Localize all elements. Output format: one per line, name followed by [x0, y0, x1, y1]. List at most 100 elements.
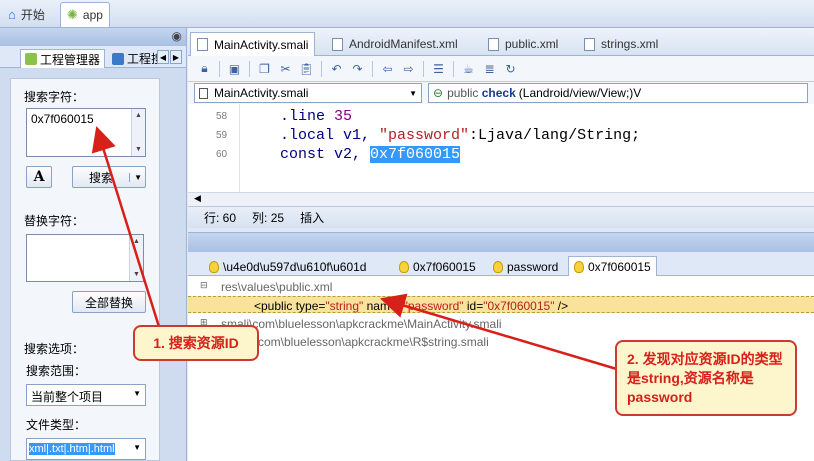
method-combo-name: check	[481, 86, 516, 100]
editor-hscrollbar[interactable]: ◀	[188, 192, 814, 206]
chevron-down-icon: ▼	[133, 389, 141, 398]
cut-icon[interactable]: ✂	[277, 60, 294, 77]
undo-icon[interactable]: ↶	[328, 60, 345, 77]
method-combo[interactable]: ⊖ public check (Landroid/view/View;)V	[428, 83, 808, 103]
match-id: "0x7f060015"	[483, 299, 555, 313]
result-file-path: com\bluelesson\apkcrackme\R$string.smali	[258, 335, 489, 349]
file-combo[interactable]: MainActivity.smali ▼	[194, 83, 422, 103]
tab-app-label: app	[82, 8, 103, 22]
tab-mainactivity-smali[interactable]: MainActivity.smali	[190, 32, 316, 56]
result-file-path: res\values\public.xml	[221, 280, 333, 294]
bulb-icon	[399, 260, 409, 273]
code-token: .local v1,	[280, 127, 380, 144]
code-token: :Ljava/lang/String;	[469, 127, 641, 144]
format-icon[interactable]: ☰	[430, 60, 447, 77]
scroll-up-icon[interactable]: ▲	[133, 110, 144, 121]
doc-tab-label: strings.xml	[601, 37, 659, 51]
bulb-icon	[574, 261, 584, 273]
tab-strings-xml[interactable]: strings.xml	[578, 32, 664, 56]
match-type: "string"	[325, 299, 364, 313]
bulb-icon	[493, 260, 503, 273]
result-tab-label: \u4e0d\u597d\u610f\u601d	[223, 259, 367, 274]
annotation-callout-2: 2. 发现对应资源ID的类型是string,资源名称是password	[615, 340, 797, 416]
save-icon[interactable]: ▣	[226, 60, 243, 77]
scope-select[interactable]: 当前整个项目 ▼	[26, 384, 146, 406]
toolbar-separator	[453, 60, 454, 77]
match-part: />	[554, 299, 569, 313]
replace-all-button[interactable]: 全部替换	[72, 291, 146, 313]
lock-icon[interactable]: 🔒︎	[196, 60, 213, 77]
result-tab[interactable]: password	[488, 256, 563, 277]
search-input-value: 0x7f060015	[31, 112, 94, 126]
status-row: 行: 60	[204, 211, 237, 225]
result-tab-label: 0x7f060015	[588, 260, 651, 274]
tab-start-label: 开始	[20, 8, 45, 22]
search-input-scrollbar[interactable]: ▲ ▼	[131, 109, 145, 156]
tab-public-xml[interactable]: public.xml	[482, 32, 564, 56]
search-icon	[112, 52, 124, 65]
tab-androidmanifest-xml[interactable]: AndroidManifest.xml	[326, 32, 464, 56]
result-file-row[interactable]: ⊟ res\values\public.xml	[188, 278, 814, 295]
doc-tab-label: AndroidManifest.xml	[349, 37, 458, 51]
replace-input[interactable]: ▲ ▼	[26, 234, 144, 282]
copy-icon[interactable]: ❐	[256, 60, 273, 77]
collapse-icon[interactable]: ⊟	[200, 280, 208, 291]
annotation-callout-1: 1. 搜索资源ID	[133, 325, 259, 361]
left-panel-header: ◉	[0, 28, 186, 46]
chevron-down-icon[interactable]: ▼	[129, 172, 142, 182]
paste-icon[interactable]: 📋︎	[298, 60, 315, 77]
java-icon[interactable]: ☕︎	[460, 60, 477, 77]
code-text: const v2, 0x7f060015	[280, 146, 461, 163]
refresh-icon[interactable]: ↻	[502, 60, 519, 77]
chevron-down-icon: ▼	[133, 443, 141, 452]
search-button[interactable]: 搜索 ▼	[72, 166, 146, 188]
result-match-row[interactable]: <public type="string" name="password" id…	[188, 296, 814, 313]
search-input[interactable]: 0x7f060015 ▲ ▼	[26, 108, 146, 157]
scroll-down-icon[interactable]: ▼	[131, 269, 142, 280]
filetype-select[interactable]: xml|.txt|.htm|.html ▼	[26, 438, 146, 460]
forward-icon[interactable]: ⇨	[400, 60, 417, 77]
line-number: 58	[216, 111, 228, 122]
result-tab-active[interactable]: 0x7f060015	[568, 256, 657, 277]
line-number: 59	[216, 130, 228, 141]
tab-start[interactable]: ⌂ 开始	[2, 2, 51, 27]
method-combo-prefix: public	[447, 86, 482, 100]
method-icon: ⊖	[433, 86, 444, 100]
scroll-down-icon[interactable]: ▼	[133, 144, 144, 155]
code-token: const v2,	[280, 146, 371, 163]
scroll-up-icon[interactable]: ▲	[131, 236, 142, 247]
bulb-icon	[209, 260, 219, 273]
doc-tab-label: public.xml	[505, 37, 559, 51]
back-icon[interactable]: ⇦	[379, 60, 396, 77]
code-editor[interactable]: 58 .line 35 59 .local v1, "password":Lja…	[188, 104, 814, 192]
toolbar-separator	[321, 60, 322, 77]
chevron-left-icon[interactable]: ◀	[157, 50, 169, 64]
android-icon	[25, 53, 37, 65]
result-tab-label: password	[507, 259, 559, 274]
android-icon: ✺	[67, 7, 78, 22]
result-file-row[interactable]: ⊞ smali\com\bluelesson\apkcrackme\MainAc…	[188, 315, 814, 332]
result-tab[interactable]: 0x7f060015	[394, 256, 481, 277]
left-panel-tabs: 工程管理器 工程搜 ◀ ▶	[0, 46, 186, 68]
tab-project-manager[interactable]: 工程管理器	[20, 49, 106, 68]
font-case-button[interactable]: A	[26, 166, 52, 188]
chevron-down-icon: ▼	[409, 89, 417, 98]
chevron-right-icon[interactable]: ▶	[170, 50, 182, 64]
list-icon[interactable]: ≣	[481, 60, 498, 77]
scroll-left-icon[interactable]: ◀	[194, 193, 201, 204]
app-tab-bar: ⌂ 开始 ✺ app	[0, 0, 814, 28]
match-part: name=	[363, 299, 404, 313]
home-icon: ⌂	[8, 7, 16, 22]
match-name: "password"	[403, 299, 464, 313]
toolbar-separator	[372, 60, 373, 77]
eye-icon[interactable]: ◉	[172, 29, 182, 43]
scope-select-value: 当前整个项目	[31, 390, 104, 404]
editor-toolbar: 🔒︎ ▣ ❐ ✂ 📋︎ ↶ ↷ ⇦ ⇨ ☰ ☕︎ ≣ ↻	[188, 56, 814, 82]
tab-app[interactable]: ✺ app	[60, 2, 110, 27]
replace-input-scrollbar[interactable]: ▲ ▼	[129, 235, 143, 281]
method-combo-sig: (Landroid/view/View;)V	[518, 86, 642, 100]
result-tab[interactable]: \u4e0d\u597d\u610f\u601d	[204, 256, 371, 277]
redo-icon[interactable]: ↷	[349, 60, 366, 77]
font-icon: A	[33, 169, 45, 185]
search-label: 搜索字符：	[24, 90, 85, 104]
